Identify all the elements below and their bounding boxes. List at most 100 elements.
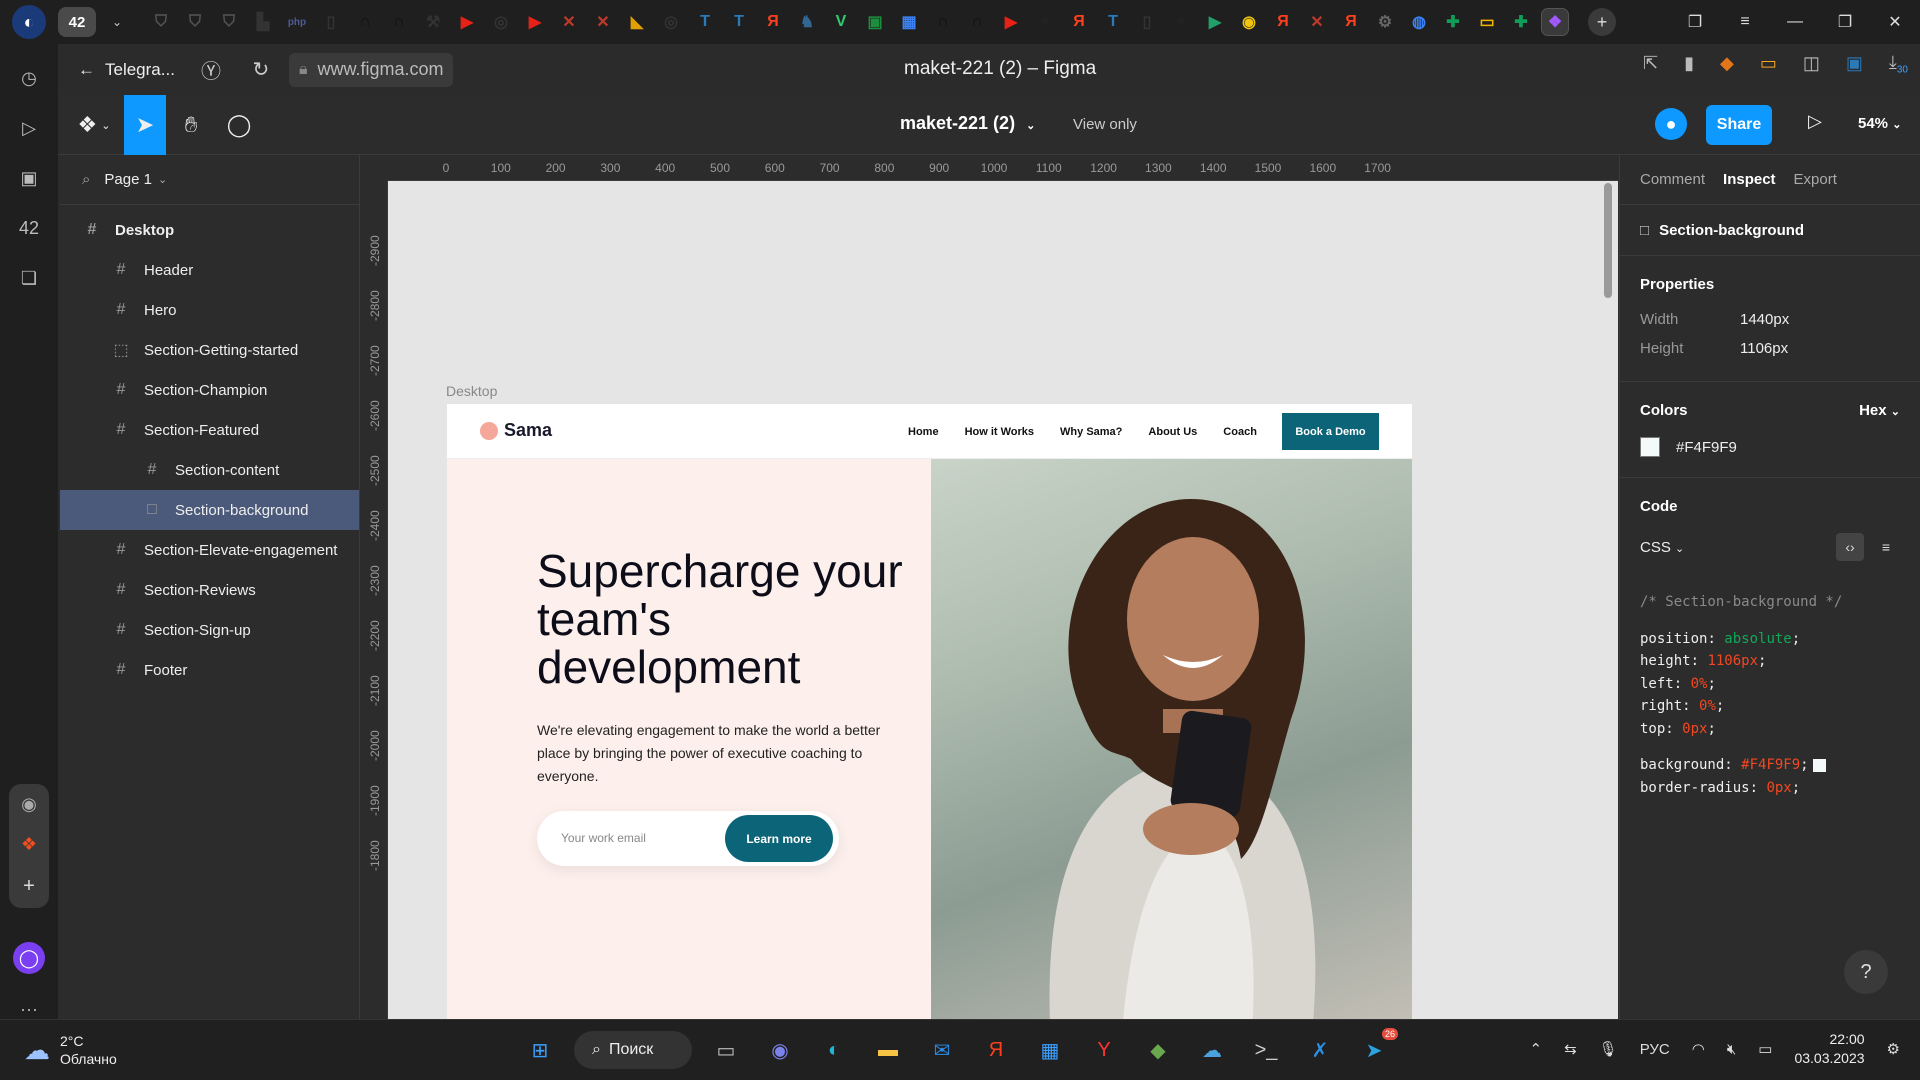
language-indicator[interactable]: РУС xyxy=(1640,1041,1670,1058)
t-icon[interactable]: T xyxy=(692,9,718,35)
nav-link[interactable]: Why Sama? xyxy=(1060,426,1122,438)
layer-item[interactable]: # Section-Elevate-engagement xyxy=(60,530,359,570)
tool-icon[interactable]: ⚒ xyxy=(420,9,446,35)
site-logo[interactable]: Sama xyxy=(480,420,552,441)
screenshot-icon[interactable]: ▣ xyxy=(13,162,45,194)
file-name-button[interactable]: maket-221 (2) ⌄ xyxy=(900,113,1035,134)
vscode-icon[interactable]: ✗ xyxy=(1300,1030,1340,1070)
elephant-icon[interactable]: ♞ xyxy=(794,9,820,35)
email-input[interactable]: Your work email xyxy=(561,831,646,845)
play-icon[interactable]: ▶ xyxy=(1202,9,1228,35)
site-header[interactable]: Sama Home How it Works Why Sama? About Us Co… xyxy=(447,404,1412,459)
list-view-icon[interactable]: ≡ xyxy=(1872,533,1900,561)
tab-export[interactable]: Export xyxy=(1794,171,1837,188)
help-button[interactable]: ? xyxy=(1844,950,1888,994)
new-tab-button[interactable]: + xyxy=(1588,8,1616,36)
telegram-icon[interactable]: ➤ 26 xyxy=(1354,1028,1398,1070)
layer-item[interactable]: # Section-Sign-up xyxy=(60,610,359,650)
tab-comment[interactable]: Comment xyxy=(1640,171,1705,188)
layer-item[interactable]: # Hero xyxy=(60,290,359,330)
chevron-down-icon[interactable]: ⌄ xyxy=(104,7,130,37)
yandex-browser-icon[interactable]: Y xyxy=(1084,1030,1124,1070)
nav-link[interactable]: Coach xyxy=(1223,426,1257,438)
mail-icon[interactable]: ✉ xyxy=(922,1030,962,1070)
figma-icon[interactable]: ❖ xyxy=(21,834,37,855)
speaker-muted-icon[interactable]: 🔇︎ xyxy=(1727,1041,1736,1058)
chevron-up-icon[interactable]: ⌃ xyxy=(1529,1040,1542,1058)
url-field[interactable]: 🔒︎ www.figma.com xyxy=(288,52,454,87)
layer-item[interactable]: ⬚ Section-Getting-started xyxy=(60,330,359,370)
coin-icon[interactable]: ◉ xyxy=(1236,9,1262,35)
extension-icon[interactable]: ▣ xyxy=(1846,53,1863,74)
yandex-circle-icon[interactable]: Ⓨ xyxy=(197,56,225,84)
sheets-icon[interactable]: ✚ xyxy=(1440,9,1466,35)
present-play-icon[interactable]: ▷ xyxy=(1808,111,1822,132)
video-icon[interactable]: ▷ xyxy=(13,112,45,144)
chat-icon[interactable]: ◉ xyxy=(760,1030,800,1070)
n-icon[interactable]: ∩ xyxy=(352,9,378,35)
yandex-icon[interactable]: Я xyxy=(760,9,786,35)
github-icon[interactable]: ● xyxy=(1032,9,1058,35)
yandex-icon[interactable]: Я xyxy=(1270,9,1296,35)
task-view-icon[interactable]: ▭ xyxy=(706,1030,746,1070)
nav-link[interactable]: About Us xyxy=(1148,426,1197,438)
layer-item[interactable]: # Section-content xyxy=(60,450,359,490)
document-icon[interactable]: ▯ xyxy=(1134,9,1160,35)
shield-icon[interactable]: ⛉ xyxy=(216,9,242,35)
book-demo-button[interactable]: Book a Demo xyxy=(1282,413,1379,450)
hand-tool-icon[interactable]: ✋︎ xyxy=(170,95,212,155)
yandex-icon[interactable]: Я xyxy=(1338,9,1364,35)
width-value[interactable]: 1440px xyxy=(1740,311,1789,328)
shield-icon[interactable]: ⛉ xyxy=(182,9,208,35)
move-tool-icon[interactable]: ➤ xyxy=(124,95,166,155)
bookmark-icon[interactable]: ▮ xyxy=(1684,53,1694,74)
t-icon[interactable]: T xyxy=(726,9,752,35)
canvas-scrollbar[interactable] xyxy=(1604,183,1612,298)
extensions-icon[interactable]: ◫ xyxy=(1803,53,1820,74)
layer-item[interactable]: # Header xyxy=(60,250,359,290)
search-button[interactable]: ⌕ Поиск xyxy=(574,1031,692,1069)
color-row[interactable]: #F4F9F9 xyxy=(1640,437,1900,457)
wifi-icon[interactable]: ◠ xyxy=(1692,1040,1705,1058)
learn-more-button[interactable]: Learn more xyxy=(725,815,833,862)
history-icon[interactable]: ◷ xyxy=(13,62,45,94)
menu-icon[interactable]: ≡ xyxy=(1720,13,1770,31)
browser-logo-icon[interactable]: ◐ xyxy=(12,5,46,39)
height-value[interactable]: 1106px xyxy=(1740,340,1788,357)
weather-widget[interactable]: ☁ 2°C Облачно xyxy=(24,1032,117,1068)
tool-icon[interactable]: ◆ xyxy=(1138,1030,1178,1070)
circle-icon[interactable]: ◎ xyxy=(658,9,684,35)
shield-icon[interactable]: ⛉ xyxy=(148,9,174,35)
minimize-button[interactable]: — xyxy=(1770,13,1820,31)
layer-item[interactable]: # Section-Reviews xyxy=(60,570,359,610)
downloads-icon[interactable]: ⤓30 xyxy=(1889,52,1908,76)
youtube-icon[interactable]: ▶ xyxy=(454,9,480,35)
microphone-icon[interactable]: 🎙︎ xyxy=(1599,1040,1618,1058)
yandex-icon[interactable]: Я xyxy=(976,1030,1016,1070)
metamask-icon[interactable]: ◆ xyxy=(1720,53,1734,74)
alice-icon[interactable]: ◉ xyxy=(21,794,37,815)
battery-icon[interactable]: ▭ xyxy=(1758,1040,1772,1058)
chart-icon[interactable]: ▙ xyxy=(250,9,276,35)
desktop-frame[interactable]: Sama Home How it Works Why Sama? About Us Co… xyxy=(447,404,1412,1019)
nav-link[interactable]: Home xyxy=(908,426,939,438)
document-icon[interactable]: ▯ xyxy=(318,9,344,35)
figma-menu-icon[interactable]: ❖ ⌄ xyxy=(70,95,118,155)
search-icon[interactable]: ⌕ xyxy=(82,171,90,188)
figure-icon[interactable]: ✕ xyxy=(556,9,582,35)
close-button[interactable]: ✕ xyxy=(1870,12,1920,32)
windows-start-icon[interactable]: ⊞ xyxy=(520,1030,560,1070)
github-icon[interactable]: ● xyxy=(1168,9,1194,35)
share-button[interactable]: Share xyxy=(1706,105,1772,145)
figma-icon[interactable]: ❖ xyxy=(1541,8,1569,36)
figure-icon[interactable]: ✕ xyxy=(1304,9,1330,35)
user-avatar[interactable]: ● xyxy=(1655,108,1687,140)
frame-label[interactable]: Desktop xyxy=(446,383,497,399)
globe-icon[interactable]: ◍ xyxy=(1406,9,1432,35)
hero-photo[interactable] xyxy=(931,459,1412,1019)
edge-icon[interactable]: ◐ xyxy=(814,1030,854,1070)
cloud-icon[interactable]: ☁ xyxy=(1192,1030,1232,1070)
canvas[interactable]: Desktop Sama Home How it Works Why Sama? Ab… xyxy=(388,181,1618,1019)
battery-icon[interactable]: ▭ xyxy=(1760,53,1777,74)
code-block[interactable]: /* Section-background */ position: absol… xyxy=(1640,591,1900,799)
